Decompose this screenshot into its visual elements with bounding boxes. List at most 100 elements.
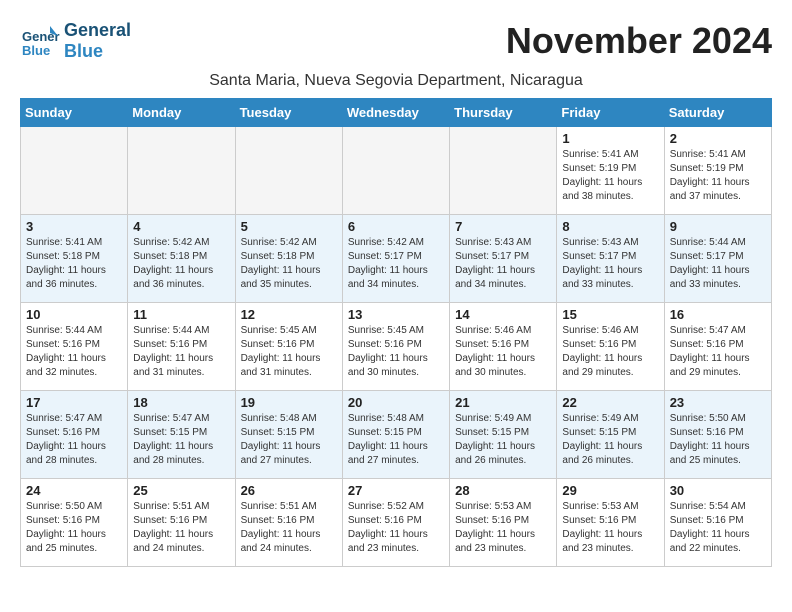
- calendar-cell: 27 Sunrise: 5:52 AM Sunset: 5:16 PM Dayli…: [342, 479, 449, 567]
- day-info: Sunrise: 5:53 AM Sunset: 5:16 PM Dayligh…: [562, 500, 658, 556]
- month-title: November 2024: [506, 20, 772, 62]
- header-wednesday: Wednesday: [342, 99, 449, 127]
- header-saturday: Saturday: [664, 99, 771, 127]
- day-number: 8: [562, 219, 658, 234]
- header-thursday: Thursday: [450, 99, 557, 127]
- calendar-cell: 28 Sunrise: 5:53 AM Sunset: 5:16 PM Dayli…: [450, 479, 557, 567]
- calendar-cell: 4Sunrise: 5:42 AM Sunset: 5:18 PM Daylig…: [128, 215, 235, 303]
- logo-text: General Blue: [64, 20, 131, 62]
- calendar-cell: 11 Sunrise: 5:44 AM Sunset: 5:16 PM Dayli…: [128, 303, 235, 391]
- calendar-cell: 25 Sunrise: 5:51 AM Sunset: 5:16 PM Dayli…: [128, 479, 235, 567]
- day-number: 1: [562, 131, 658, 146]
- calendar-cell: 14Sunrise: 5:46 AM Sunset: 5:16 PM Dayli…: [450, 303, 557, 391]
- day-info: Sunrise: 5:54 AM Sunset: 5:16 PM Dayligh…: [670, 500, 766, 556]
- day-info: Sunrise: 5:42 AM Sunset: 5:17 PM Dayligh…: [348, 236, 444, 292]
- day-info: Sunrise: 5:44 AM Sunset: 5:17 PM Dayligh…: [670, 236, 766, 292]
- day-number: 11: [133, 307, 229, 322]
- day-number: 27: [348, 483, 444, 498]
- calendar-cell: 17 Sunrise: 5:47 AM Sunset: 5:16 PM Dayli…: [21, 391, 128, 479]
- day-number: 19: [241, 395, 337, 410]
- calendar-cell: 12 Sunrise: 5:45 AM Sunset: 5:16 PM Dayli…: [235, 303, 342, 391]
- day-number: 7: [455, 219, 551, 234]
- day-info: Sunrise: 5:52 AM Sunset: 5:16 PM Dayligh…: [348, 500, 444, 556]
- day-number: 3: [26, 219, 122, 234]
- day-info: Sunrise: 5:47 AM Sunset: 5:16 PM Dayligh…: [26, 412, 122, 468]
- calendar-cell: 20 Sunrise: 5:48 AM Sunset: 5:15 PM Dayli…: [342, 391, 449, 479]
- calendar-cell: 5 Sunrise: 5:42 AM Sunset: 5:18 PM Daylig…: [235, 215, 342, 303]
- day-info: Sunrise: 5:45 AM Sunset: 5:16 PM Dayligh…: [241, 324, 337, 380]
- calendar-header-row: SundayMondayTuesdayWednesdayThursdayFrid…: [21, 99, 772, 127]
- header-monday: Monday: [128, 99, 235, 127]
- day-info: Sunrise: 5:49 AM Sunset: 5:15 PM Dayligh…: [455, 412, 551, 468]
- calendar-cell: [342, 127, 449, 215]
- svg-text:Blue: Blue: [22, 43, 50, 58]
- day-info: Sunrise: 5:46 AM Sunset: 5:16 PM Dayligh…: [562, 324, 658, 380]
- day-info: Sunrise: 5:51 AM Sunset: 5:16 PM Dayligh…: [241, 500, 337, 556]
- calendar-cell: [235, 127, 342, 215]
- calendar-week-2: 3 Sunrise: 5:41 AM Sunset: 5:18 PM Daylig…: [21, 215, 772, 303]
- logo-line1: General: [64, 20, 131, 40]
- day-number: 6: [348, 219, 444, 234]
- day-number: 21: [455, 395, 551, 410]
- day-number: 2: [670, 131, 766, 146]
- calendar-cell: 10 Sunrise: 5:44 AM Sunset: 5:16 PM Dayli…: [21, 303, 128, 391]
- day-info: Sunrise: 5:47 AM Sunset: 5:16 PM Dayligh…: [670, 324, 766, 380]
- day-number: 28: [455, 483, 551, 498]
- day-number: 18: [133, 395, 229, 410]
- logo-line2: Blue: [64, 41, 103, 61]
- day-number: 13: [348, 307, 444, 322]
- day-number: 4: [133, 219, 229, 234]
- day-number: 12: [241, 307, 337, 322]
- calendar-cell: 13 Sunrise: 5:45 AM Sunset: 5:16 PM Dayli…: [342, 303, 449, 391]
- calendar-cell: 8 Sunrise: 5:43 AM Sunset: 5:17 PM Daylig…: [557, 215, 664, 303]
- calendar-cell: 6 Sunrise: 5:42 AM Sunset: 5:17 PM Daylig…: [342, 215, 449, 303]
- day-info: Sunrise: 5:43 AM Sunset: 5:17 PM Dayligh…: [455, 236, 551, 292]
- day-info: Sunrise: 5:41 AM Sunset: 5:18 PM Dayligh…: [26, 236, 122, 292]
- calendar-cell: 26 Sunrise: 5:51 AM Sunset: 5:16 PM Dayli…: [235, 479, 342, 567]
- calendar-table: SundayMondayTuesdayWednesdayThursdayFrid…: [20, 98, 772, 567]
- day-info: Sunrise: 5:48 AM Sunset: 5:15 PM Dayligh…: [241, 412, 337, 468]
- page-header: General Blue General Blue November 2024: [20, 20, 772, 62]
- day-info: Sunrise: 5:53 AM Sunset: 5:16 PM Dayligh…: [455, 500, 551, 556]
- day-number: 29: [562, 483, 658, 498]
- header-sunday: Sunday: [21, 99, 128, 127]
- header-tuesday: Tuesday: [235, 99, 342, 127]
- day-number: 16: [670, 307, 766, 322]
- day-info: Sunrise: 5:45 AM Sunset: 5:16 PM Dayligh…: [348, 324, 444, 380]
- day-info: Sunrise: 5:41 AM Sunset: 5:19 PM Dayligh…: [670, 148, 766, 204]
- calendar-cell: 1 Sunrise: 5:41 AM Sunset: 5:19 PM Daylig…: [557, 127, 664, 215]
- day-info: Sunrise: 5:43 AM Sunset: 5:17 PM Dayligh…: [562, 236, 658, 292]
- day-info: Sunrise: 5:44 AM Sunset: 5:16 PM Dayligh…: [133, 324, 229, 380]
- day-info: Sunrise: 5:46 AM Sunset: 5:16 PM Dayligh…: [455, 324, 551, 380]
- calendar-week-3: 10 Sunrise: 5:44 AM Sunset: 5:16 PM Dayli…: [21, 303, 772, 391]
- calendar-cell: 7 Sunrise: 5:43 AM Sunset: 5:17 PM Daylig…: [450, 215, 557, 303]
- day-info: Sunrise: 5:48 AM Sunset: 5:15 PM Dayligh…: [348, 412, 444, 468]
- day-number: 5: [241, 219, 337, 234]
- day-number: 26: [241, 483, 337, 498]
- day-number: 30: [670, 483, 766, 498]
- calendar-cell: 24 Sunrise: 5:50 AM Sunset: 5:16 PM Dayli…: [21, 479, 128, 567]
- day-info: Sunrise: 5:51 AM Sunset: 5:16 PM Dayligh…: [133, 500, 229, 556]
- day-number: 23: [670, 395, 766, 410]
- day-number: 10: [26, 307, 122, 322]
- day-info: Sunrise: 5:44 AM Sunset: 5:16 PM Dayligh…: [26, 324, 122, 380]
- day-info: Sunrise: 5:41 AM Sunset: 5:19 PM Dayligh…: [562, 148, 658, 204]
- header-friday: Friday: [557, 99, 664, 127]
- calendar-cell: 22Sunrise: 5:49 AM Sunset: 5:15 PM Dayli…: [557, 391, 664, 479]
- calendar-week-5: 24 Sunrise: 5:50 AM Sunset: 5:16 PM Dayli…: [21, 479, 772, 567]
- calendar-cell: 19 Sunrise: 5:48 AM Sunset: 5:15 PM Dayli…: [235, 391, 342, 479]
- day-number: 20: [348, 395, 444, 410]
- day-info: Sunrise: 5:42 AM Sunset: 5:18 PM Dayligh…: [241, 236, 337, 292]
- logo-icon: General Blue: [20, 21, 60, 61]
- calendar-cell: 3 Sunrise: 5:41 AM Sunset: 5:18 PM Daylig…: [21, 215, 128, 303]
- day-number: 17: [26, 395, 122, 410]
- calendar-cell: 18Sunrise: 5:47 AM Sunset: 5:15 PM Dayli…: [128, 391, 235, 479]
- calendar-cell: [128, 127, 235, 215]
- day-number: 9: [670, 219, 766, 234]
- calendar-cell: 15Sunrise: 5:46 AM Sunset: 5:16 PM Dayli…: [557, 303, 664, 391]
- calendar-cell: [21, 127, 128, 215]
- day-number: 22: [562, 395, 658, 410]
- day-number: 24: [26, 483, 122, 498]
- day-number: 25: [133, 483, 229, 498]
- day-info: Sunrise: 5:50 AM Sunset: 5:16 PM Dayligh…: [26, 500, 122, 556]
